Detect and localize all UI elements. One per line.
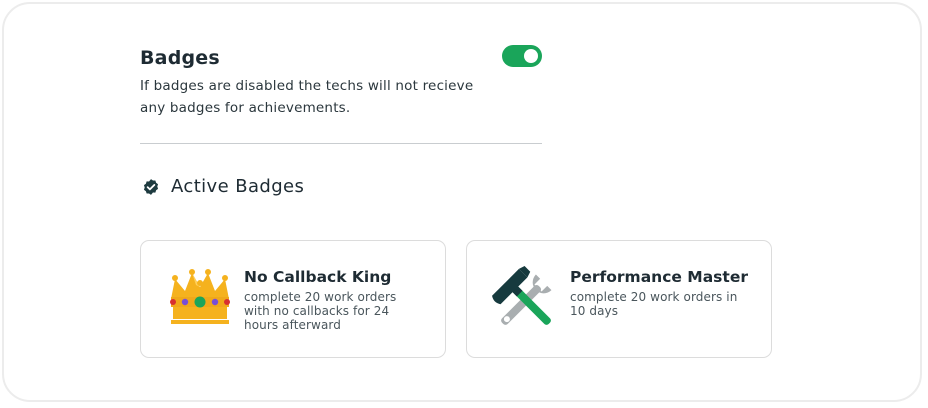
badges-setting: Badges If badges are disabled the techs …: [140, 44, 542, 119]
hammer-wrench-icon: [492, 266, 552, 325]
badge-card-performance-master: Performance Master complete 20 work orde…: [466, 240, 772, 358]
crown-icon: [170, 269, 230, 324]
active-badges-heading: Active Badges: [171, 176, 305, 197]
badges-description: If badges are disabled the techs will no…: [140, 78, 474, 116]
badge-name: No Callback King: [244, 268, 392, 286]
badge-card-no-callback-king: No Callback King complete 20 work orders…: [140, 240, 446, 358]
toggle-knob: [524, 49, 538, 63]
badges-toggle[interactable]: [502, 45, 542, 67]
badges-title: Badges: [140, 47, 220, 69]
active-badges-header: Active Badges: [142, 176, 304, 197]
badge-description: complete 20 work orders in 10 days: [570, 290, 738, 318]
badge-description: complete 20 work orders with no callback…: [244, 290, 397, 332]
badge-name: Performance Master: [570, 268, 748, 286]
badge-text: No Callback King complete 20 work orders…: [244, 267, 424, 332]
badge-text: Performance Master complete 20 work orde…: [570, 267, 750, 318]
verified-check-icon: [143, 178, 159, 195]
divider: [140, 143, 542, 144]
